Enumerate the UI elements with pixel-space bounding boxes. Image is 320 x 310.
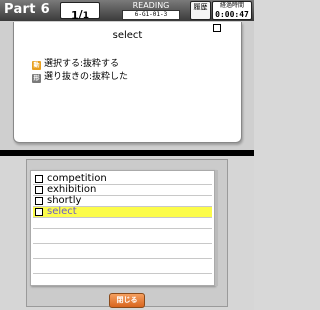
card-word: select [112, 30, 143, 41]
definition-text: 選択する:抜粋する [44, 59, 120, 69]
history-button[interactable]: 履歴 [190, 1, 211, 20]
timer-label: 経過時間 [219, 2, 244, 9]
definition-1: 動選択する:抜粋する [32, 56, 119, 70]
word-list-panel: competition exhibition shortly select [30, 170, 215, 286]
page-indicator: 1/1 [60, 2, 100, 22]
item-checkbox[interactable] [35, 197, 43, 205]
adjective-badge-icon: 形 [32, 74, 41, 83]
empty-row [33, 275, 212, 286]
definition-2: 形選り抜きの:抜粋した [32, 69, 128, 83]
part-title: Part 6 [4, 2, 50, 17]
timer-value: 0:00:47 [215, 10, 249, 19]
empty-row [33, 218, 212, 229]
card-checkbox[interactable] [213, 24, 221, 32]
empty-row [33, 248, 212, 259]
close-button[interactable]: 閉じる [109, 293, 145, 308]
top-screen: Part 6 1/1 READING 6-G1-01-3 履歴 経過時間 0:0… [0, 0, 254, 150]
list-scrollbar[interactable] [215, 170, 218, 286]
list-item-selected[interactable]: select [33, 206, 212, 218]
item-checkbox[interactable] [35, 175, 43, 183]
definition-text: 選り抜きの:抜粋した [44, 72, 129, 82]
page-total: 1 [82, 11, 89, 21]
bottom-screen: competition exhibition shortly select 閉じ… [0, 156, 254, 310]
empty-row [33, 263, 212, 274]
item-word: select [47, 206, 77, 217]
item-checkbox[interactable] [35, 186, 43, 194]
elapsed-timer: 経過時間 0:00:47 [212, 1, 252, 20]
section-label: READING [132, 1, 170, 10]
header-bar: Part 6 1/1 READING 6-G1-01-3 履歴 経過時間 0:0… [0, 0, 254, 22]
empty-row [33, 233, 212, 244]
item-checkbox[interactable] [35, 208, 43, 216]
word-card: select 動選択する:抜粋する 形選り抜きの:抜粋した [13, 22, 242, 143]
page-current: 1 [71, 9, 79, 22]
section-code: 6-G1-01-3 [122, 10, 180, 20]
